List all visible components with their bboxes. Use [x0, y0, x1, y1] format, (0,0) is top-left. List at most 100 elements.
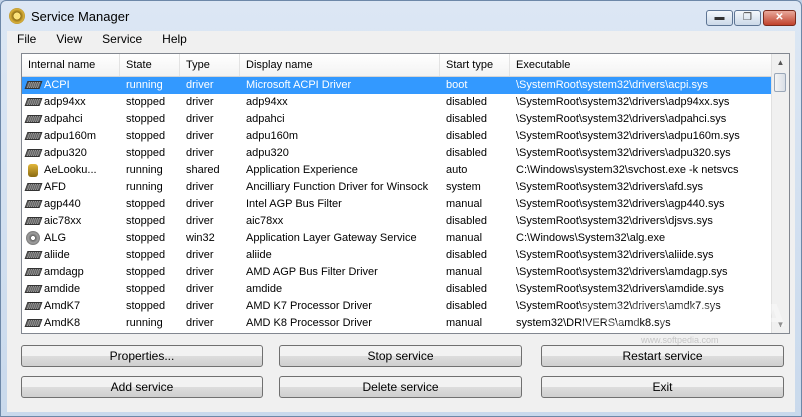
table-row[interactable]: AmdK7 stopped driver AMD K7 Processor Drive… — [22, 298, 772, 315]
delete-service-button[interactable]: Delete service — [279, 376, 522, 398]
table-row[interactable]: agp440 stopped driver Intel AGP Bus Filter m… — [22, 196, 772, 213]
stop-service-button[interactable]: Stop service — [279, 345, 522, 367]
exit-button[interactable]: Exit — [541, 376, 784, 398]
cell-start-type: disabled — [446, 215, 487, 227]
cell-start-type: disabled — [446, 147, 487, 159]
services-list[interactable]: Internal name State Type Display name St… — [21, 53, 790, 334]
properties-button[interactable]: Properties... — [21, 345, 263, 367]
table-row[interactable]: amdagp stopped driver AMD AGP Bus Filter Dr… — [22, 264, 772, 281]
driver-icon — [24, 81, 43, 89]
table-row[interactable]: aliide stopped driver aliide disabled \System… — [22, 247, 772, 264]
menu-view[interactable]: View — [46, 31, 92, 47]
cell-display-name: Application Experience — [246, 164, 358, 176]
internal-name-text: aic78xx — [44, 215, 82, 227]
table-row[interactable]: AFD running driver Ancilliary Function Driv… — [22, 179, 772, 196]
cell-state: stopped — [126, 96, 166, 108]
driver-icon — [24, 98, 43, 106]
cell-executable: C:\Windows\System32\alg.exe — [516, 232, 666, 244]
driver-icon — [24, 149, 43, 157]
cell-display-name: adp94xx — [246, 96, 288, 108]
column-header-start-type[interactable]: Start type — [440, 54, 510, 76]
menu-help[interactable]: Help — [152, 31, 197, 47]
table-row[interactable]: amdide stopped driver amdide disabled \System… — [22, 281, 772, 298]
cell-type: driver — [186, 96, 214, 108]
cell-executable: \SystemRoot\system32\drivers\adpu320.sys — [516, 147, 731, 159]
cell-state: stopped — [126, 147, 166, 159]
cell-internal-name: adpu320 — [22, 145, 120, 162]
cell-state: stopped — [126, 283, 166, 295]
cell-type: driver — [186, 249, 214, 261]
cell-state: running — [126, 79, 163, 91]
scroll-thumb[interactable] — [774, 73, 786, 92]
cell-internal-name: adpahci — [22, 111, 120, 128]
cell-type: driver — [186, 317, 214, 329]
table-row[interactable]: adpahci stopped driver adpahci disabled \Syst… — [22, 111, 772, 128]
internal-name-text: amdide — [44, 283, 81, 295]
cell-start-type: boot — [446, 79, 468, 91]
cell-display-name: AMD K7 Processor Driver — [246, 300, 372, 312]
cell-start-type: system — [446, 181, 481, 193]
driver-icon — [24, 217, 43, 225]
cell-type: win32 — [186, 232, 215, 244]
vertical-scrollbar[interactable]: ▲ ▼ — [771, 54, 789, 333]
column-header-executable[interactable]: Executable — [510, 54, 772, 76]
minimize-button[interactable]: ▬ — [706, 10, 733, 26]
cell-type: driver — [186, 147, 214, 159]
internal-name-text: aliide — [44, 249, 70, 261]
table-row[interactable]: AeLooku... running shared Application Exper… — [22, 162, 772, 179]
title-bar[interactable]: Service Manager ▬ ❐ ✕ — [1, 1, 801, 31]
internal-name-text: AFD — [44, 181, 66, 193]
column-header-type[interactable]: Type — [180, 54, 240, 76]
column-header-state[interactable]: State — [120, 54, 180, 76]
internal-name-text: adpahci — [44, 113, 83, 125]
cell-internal-name: amdagp — [22, 264, 120, 281]
internal-name-text: AmdK7 — [44, 300, 81, 312]
table-row[interactable]: adpu320 stopped driver adpu320 disabled \Syst… — [22, 145, 772, 162]
scroll-down-arrow-icon[interactable]: ▼ — [772, 316, 789, 333]
table-row[interactable]: adpu160m stopped driver adpu160m disabled \Sy… — [22, 128, 772, 145]
column-header-display-name[interactable]: Display name — [240, 54, 440, 76]
window-title: Service Manager — [31, 9, 130, 24]
restart-service-button[interactable]: Restart service — [541, 345, 784, 367]
table-row[interactable]: ALG stopped win32 Application Layer Gateway… — [22, 230, 772, 247]
cell-executable: \SystemRoot\system32\drivers\acpi.sys — [516, 79, 708, 91]
internal-name-text: ACPI — [44, 79, 70, 91]
scroll-up-arrow-icon[interactable]: ▲ — [772, 54, 789, 71]
cell-start-type: disabled — [446, 249, 487, 261]
driver-icon — [24, 251, 43, 259]
internal-name-text: AeLooku... — [44, 164, 97, 176]
cell-type: driver — [186, 130, 214, 142]
add-service-button[interactable]: Add service — [21, 376, 263, 398]
internal-name-text: agp440 — [44, 198, 81, 210]
cell-type: driver — [186, 283, 214, 295]
cell-internal-name: adp94xx — [22, 94, 120, 111]
close-button[interactable]: ✕ — [763, 10, 796, 26]
cell-executable: \SystemRoot\system32\drivers\amdagp.sys — [516, 266, 728, 278]
cell-executable: \SystemRoot\system32\drivers\djsvs.sys — [516, 215, 713, 227]
list-header: Internal name State Type Display name St… — [22, 54, 772, 77]
table-row[interactable]: aic78xx stopped driver aic78xx disabled \Syst… — [22, 213, 772, 230]
internal-name-text: adpu160m — [44, 130, 96, 142]
table-row[interactable]: adp94xx stopped driver adp94xx disabled \Syst… — [22, 94, 772, 111]
cell-display-name: Ancilliary Function Driver for Winsock — [246, 181, 429, 193]
cell-start-type: disabled — [446, 113, 487, 125]
menu-file[interactable]: File — [7, 31, 46, 47]
menu-service[interactable]: Service — [92, 31, 152, 47]
cell-start-type: auto — [446, 164, 468, 176]
table-row[interactable]: ACPI running driver Microsoft ACPI Driver bo… — [22, 77, 772, 94]
cell-executable: \SystemRoot\system32\drivers\aliide.sys — [516, 249, 714, 261]
shared-service-icon — [28, 164, 38, 177]
cell-state: stopped — [126, 232, 166, 244]
menu-bar: File View Service Help — [7, 31, 795, 47]
cell-display-name: adpahci — [246, 113, 285, 125]
cell-type: driver — [186, 300, 214, 312]
cell-executable: \SystemRoot\system32\drivers\amdide.sys — [516, 283, 724, 295]
internal-name-text: AmdK8 — [44, 317, 81, 329]
cell-internal-name: amdide — [22, 281, 120, 298]
cell-display-name: aic78xx — [246, 215, 284, 227]
column-header-internal-name[interactable]: Internal name — [22, 54, 120, 76]
cell-executable: \SystemRoot\system32\drivers\adp94xx.sys — [516, 96, 730, 108]
maximize-button[interactable]: ❐ — [734, 10, 761, 26]
cell-state: running — [126, 164, 163, 176]
table-row[interactable]: AmdK8 running driver AMD K8 Processor Drive… — [22, 315, 772, 332]
